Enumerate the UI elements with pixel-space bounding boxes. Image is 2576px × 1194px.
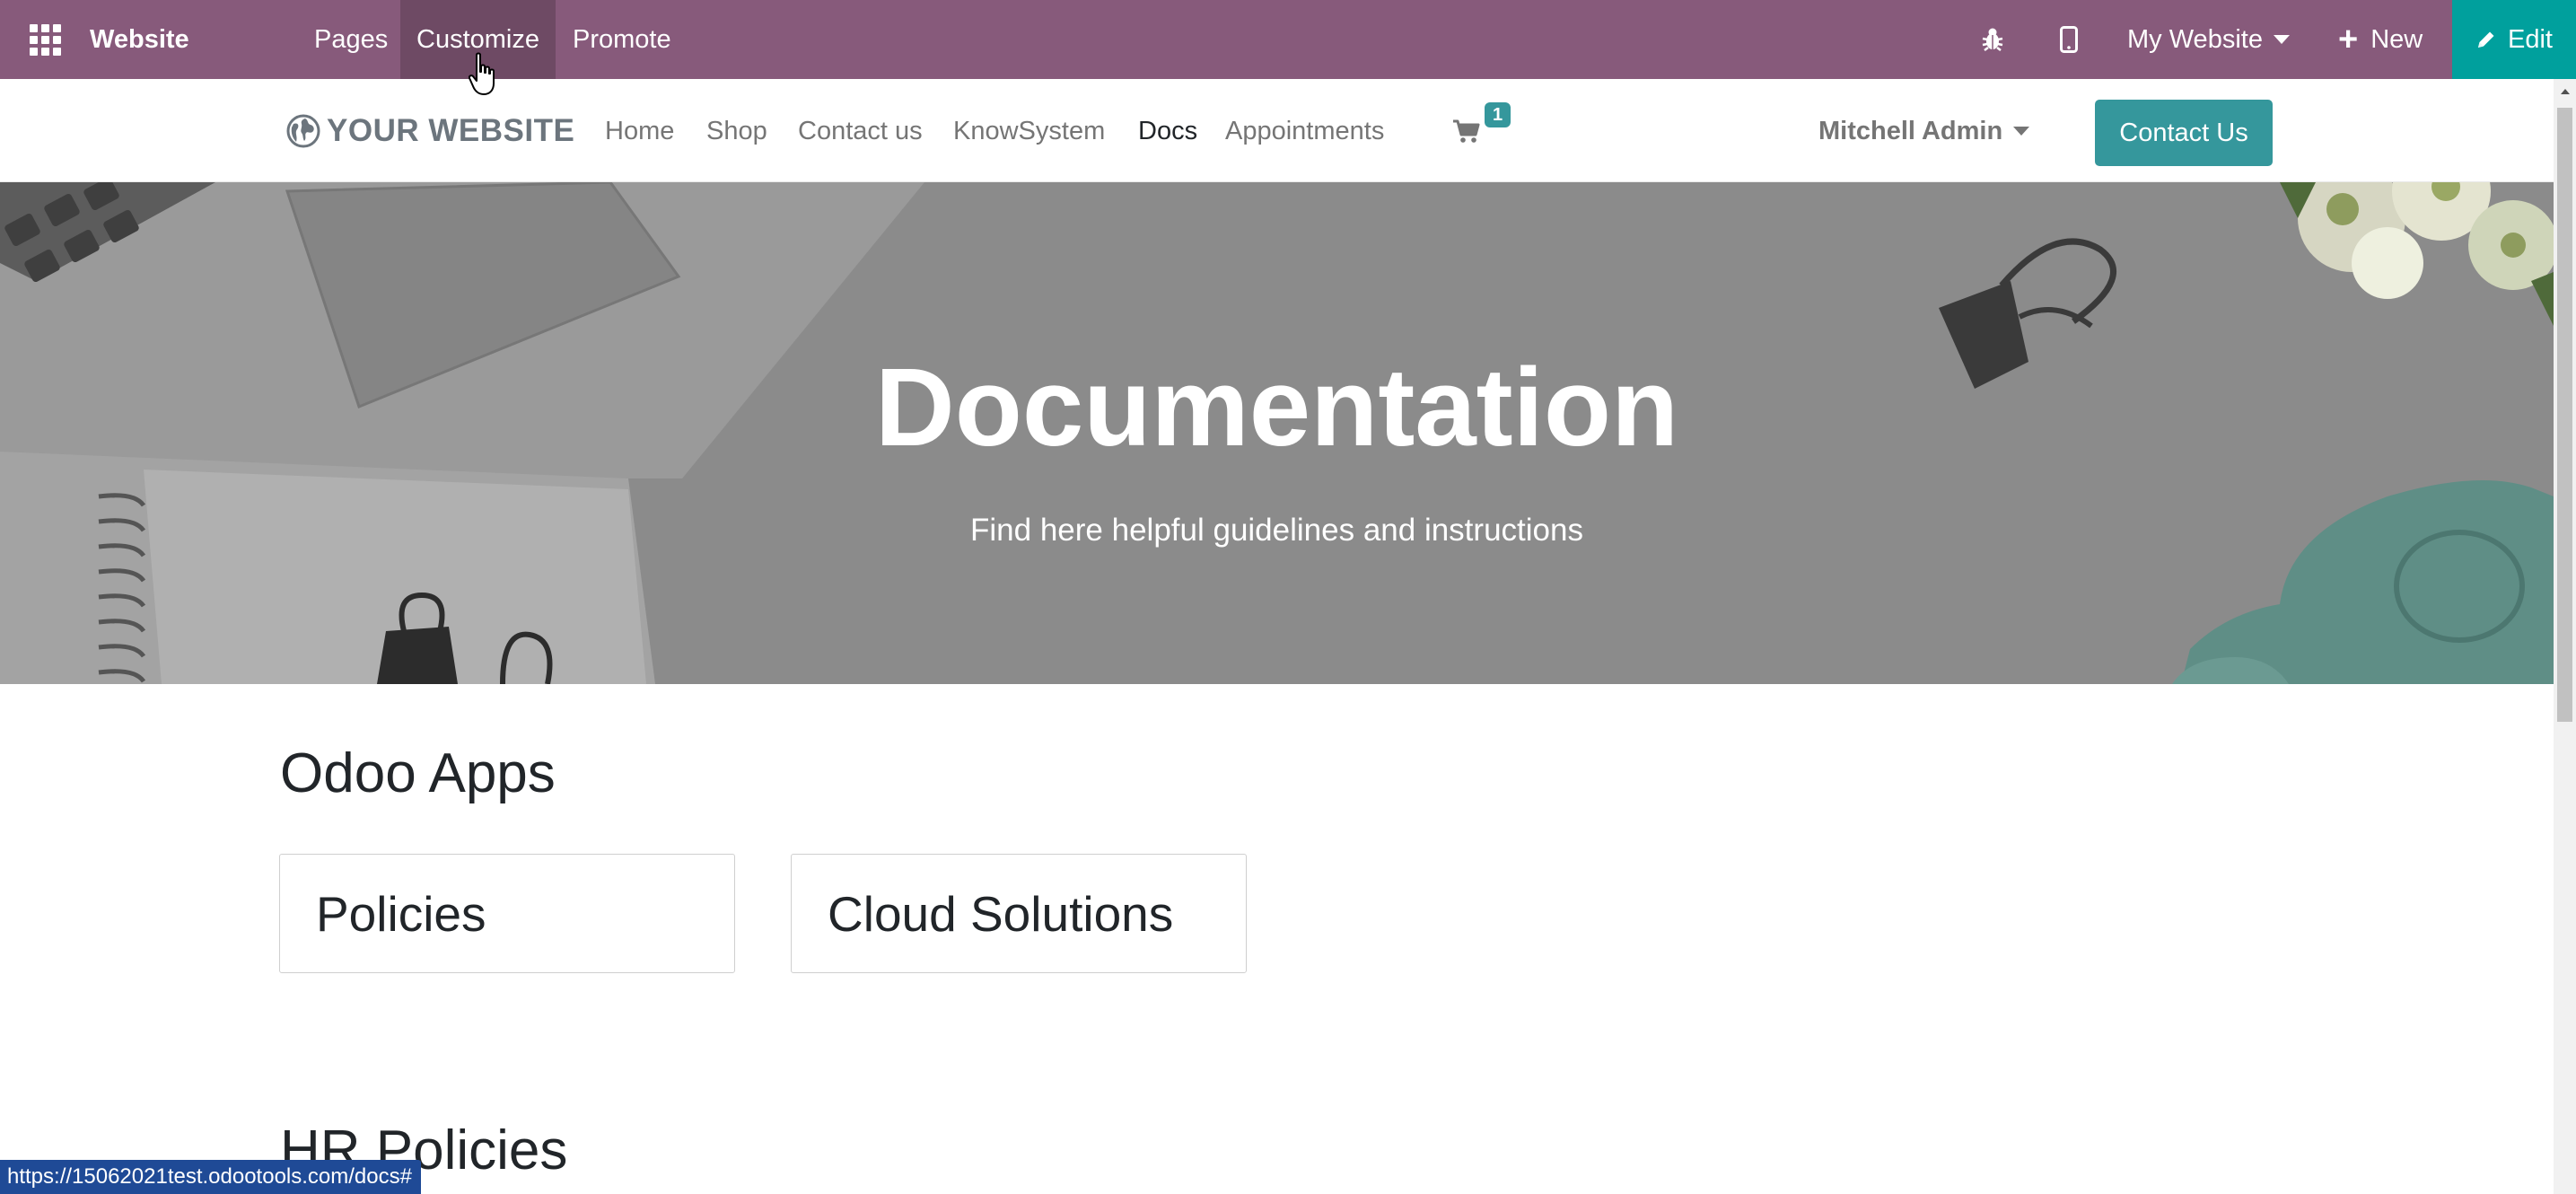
new-content-button[interactable]: + New	[2338, 0, 2423, 79]
apps-grid-icon	[29, 23, 61, 56]
nav-link-home[interactable]: Home	[605, 113, 674, 149]
logo-text: YOUR WEBSITE	[327, 113, 575, 148]
website-switcher-dropdown[interactable]: My Website	[2127, 0, 2290, 79]
website-header: YOUR WEBSITE Home Shop Contact us KnowSy…	[0, 79, 2554, 182]
scroll-up-arrow-icon[interactable]	[2554, 79, 2576, 104]
plus-icon: +	[2338, 21, 2359, 58]
hero-title: Documentation	[874, 347, 1679, 470]
shopping-cart-icon	[1453, 119, 1480, 143]
user-name: Mitchell Admin	[1818, 116, 2003, 145]
new-label: New	[2370, 24, 2423, 54]
chevron-down-icon	[2273, 35, 2290, 44]
website-admin-bar: Website Pages Customize Promote My Websi…	[0, 0, 2576, 79]
apps-menu-button[interactable]	[27, 0, 63, 79]
section-title-odoo-apps: Odoo Apps	[280, 742, 556, 804]
doc-card-policies[interactable]: Policies	[279, 854, 735, 973]
chevron-down-icon	[2013, 127, 2030, 136]
debug-mode-button[interactable]	[1975, 0, 2011, 79]
nav-link-contact-us[interactable]: Contact us	[798, 113, 923, 149]
nav-link-knowsystem[interactable]: KnowSystem	[953, 113, 1105, 149]
edit-label: Edit	[2508, 24, 2553, 54]
nav-link-docs[interactable]: Docs	[1138, 113, 1197, 149]
nav-link-shop[interactable]: Shop	[706, 113, 767, 149]
link-preview-status-bar: https://15062021test.odootools.com/docs#	[0, 1160, 421, 1194]
doc-card-cloud-solutions[interactable]: Cloud Solutions	[791, 854, 1247, 973]
menu-pages[interactable]: Pages	[314, 0, 388, 79]
site-logo[interactable]: YOUR WEBSITE	[285, 110, 574, 153]
hero-banner: Documentation Find here helpful guidelin…	[0, 182, 2554, 684]
mobile-preview-button[interactable]	[2051, 0, 2087, 79]
scrollbar-thumb[interactable]	[2557, 108, 2572, 722]
edit-button[interactable]: Edit	[2452, 0, 2576, 79]
menu-promote[interactable]: Promote	[573, 0, 671, 79]
hero-subtitle: Find here helpful guidelines and instruc…	[970, 513, 1583, 548]
pencil-icon	[2478, 31, 2494, 48]
bug-icon	[1982, 28, 2003, 51]
globe-icon	[286, 114, 320, 148]
page-scrollbar[interactable]	[2554, 79, 2576, 1194]
chevron-up-icon	[2560, 89, 2570, 94]
cart-count-badge: 1	[1485, 102, 1511, 127]
mobile-phone-icon	[2060, 26, 2078, 53]
contact-us-button[interactable]: Contact Us	[2095, 100, 2273, 166]
user-menu-dropdown[interactable]: Mitchell Admin	[1818, 113, 2030, 149]
hand-pointer-cursor-icon	[469, 52, 495, 95]
app-brand[interactable]: Website	[90, 0, 189, 79]
cart-link[interactable]: 1	[1452, 102, 1511, 156]
website-switcher-label: My Website	[2127, 24, 2263, 54]
nav-link-appointments[interactable]: Appointments	[1225, 113, 1384, 149]
